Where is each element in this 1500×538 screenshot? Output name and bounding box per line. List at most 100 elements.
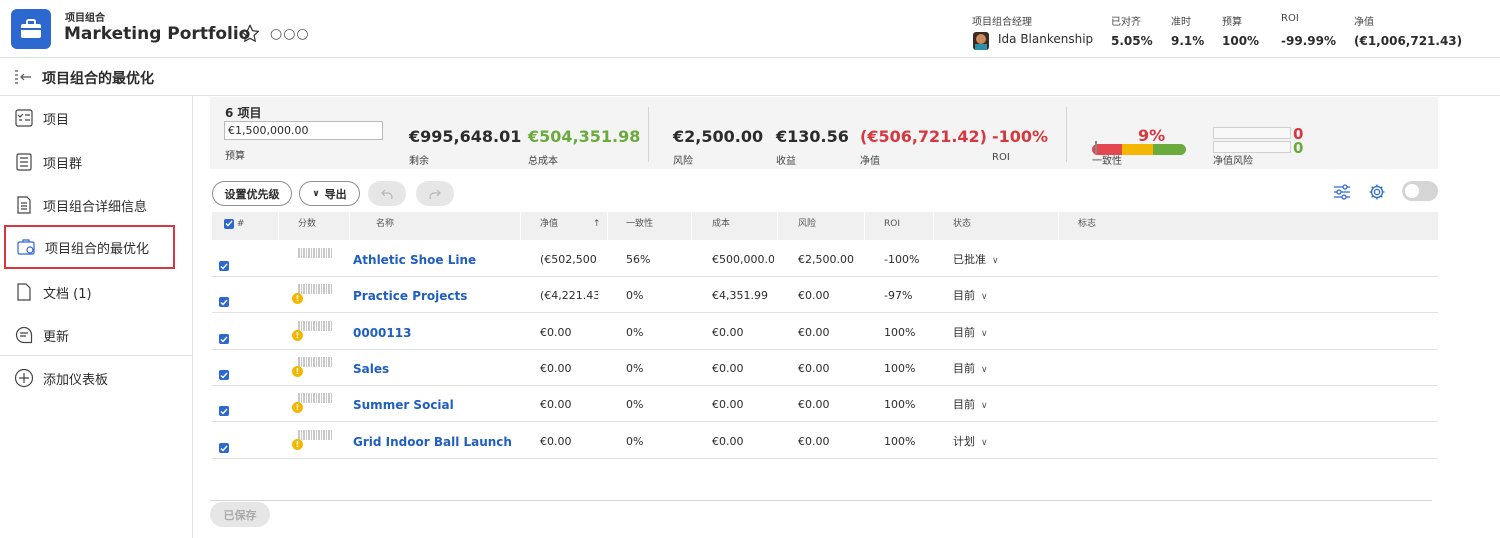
collapse-sidebar-icon[interactable] bbox=[14, 70, 32, 87]
column-divider bbox=[933, 212, 934, 240]
table-row[interactable]: ! Practice Projects (€4,221.43) 0% €4,351.99… bbox=[212, 277, 1438, 313]
alignment-value: 9% bbox=[1138, 126, 1166, 145]
status-dropdown[interactable]: 已批准 ∨ bbox=[953, 241, 999, 277]
project-name-link[interactable]: Practice Projects bbox=[353, 277, 518, 313]
chevron-down-icon: ∨ bbox=[981, 401, 988, 411]
sort-ascending-icon[interactable]: ↑ bbox=[593, 212, 601, 240]
table-row[interactable]: ! Summer Social €0.00 0% €0.00 €0.00 100% 目前 ∨ bbox=[212, 386, 1438, 422]
total-cost-value: €504,351.98 bbox=[528, 127, 641, 146]
column-divider bbox=[864, 212, 865, 240]
favorite-star-icon[interactable] bbox=[240, 24, 260, 46]
select-all-checkbox-cell[interactable]: # bbox=[224, 212, 244, 240]
column-header-cost[interactable]: 成本 bbox=[712, 212, 730, 240]
manager-name[interactable]: Ida Blankenship bbox=[998, 32, 1093, 46]
set-priority-button[interactable]: 设置优先级 bbox=[212, 181, 292, 206]
project-name-link[interactable]: 0000113 bbox=[353, 314, 518, 350]
project-name-link[interactable]: Sales bbox=[353, 350, 518, 386]
sidebar-item-programs[interactable]: 项目群 bbox=[4, 140, 175, 184]
project-name-link[interactable]: Athletic Shoe Line bbox=[353, 241, 518, 277]
budget-input[interactable] bbox=[224, 121, 383, 140]
column-header-flags[interactable]: 标志 bbox=[1078, 212, 1096, 240]
sidebar-item-label: 更新 bbox=[43, 329, 70, 345]
net-value-risk-label: 净值风险 bbox=[1213, 156, 1253, 167]
sidebar-item-portfolio-details[interactable]: 项目组合详细信息 bbox=[4, 183, 175, 227]
row-checkbox[interactable] bbox=[219, 406, 229, 416]
status-dropdown[interactable]: 目前 ∨ bbox=[953, 277, 988, 313]
status-value: 目前 bbox=[953, 398, 975, 411]
status-dropdown[interactable]: 目前 ∨ bbox=[953, 314, 988, 350]
sidebar-item-portfolio-optimizer[interactable]: 项目组合的最优化 bbox=[4, 225, 175, 269]
sidebar-item-documents[interactable]: 文档 (1) bbox=[4, 270, 175, 314]
column-header-alignment[interactable]: 一致性 bbox=[626, 212, 653, 240]
revenue-value: €130.56 bbox=[776, 127, 849, 146]
undo-icon bbox=[381, 189, 393, 199]
warning-icon[interactable]: ! bbox=[292, 330, 303, 341]
view-toggle[interactable] bbox=[1402, 181, 1438, 201]
project-name-link[interactable]: Summer Social bbox=[353, 386, 518, 422]
score-bar bbox=[298, 430, 332, 440]
risk-label: 风险 bbox=[673, 156, 693, 167]
column-header-risk[interactable]: 风险 bbox=[798, 212, 816, 240]
sidebar-item-label: 添加仪表板 bbox=[43, 372, 109, 388]
table-row[interactable]: Athletic Shoe Line (€502,500.0 56% €500,000… bbox=[212, 241, 1438, 277]
redo-icon bbox=[429, 189, 441, 199]
undo-button[interactable] bbox=[368, 181, 406, 206]
net-value-cell: (€4,221.43) bbox=[540, 289, 598, 302]
sidebar-item-projects[interactable]: 项目 bbox=[4, 96, 175, 140]
more-options-icon[interactable]: ○○○ bbox=[270, 26, 310, 42]
warning-icon[interactable]: ! bbox=[292, 293, 303, 304]
table-row[interactable]: ! Sales €0.00 0% €0.00 €0.00 100% 目前 ∨ bbox=[212, 350, 1438, 386]
row-checkbox[interactable] bbox=[219, 334, 229, 344]
stat-label-on-time: 准时 bbox=[1171, 17, 1191, 28]
budget-label: 预算 bbox=[225, 151, 245, 162]
status-dropdown[interactable]: 计划 ∨ bbox=[953, 423, 988, 459]
row-checkbox[interactable] bbox=[219, 370, 229, 380]
program-icon bbox=[13, 151, 35, 173]
roi-value: -100% bbox=[992, 127, 1049, 146]
risk-cell: €0.00 bbox=[798, 435, 830, 448]
chevron-down-icon: ∨ bbox=[981, 365, 988, 375]
project-name-link[interactable]: Grid Indoor Ball Launch bbox=[353, 423, 518, 459]
row-checkbox[interactable] bbox=[219, 443, 229, 453]
column-header-score[interactable]: 分数 bbox=[298, 212, 316, 240]
score-bar bbox=[298, 284, 332, 294]
manager-avatar bbox=[972, 30, 990, 50]
column-divider bbox=[777, 212, 778, 240]
column-header-net-value[interactable]: 净值 bbox=[540, 212, 558, 240]
column-header-roi[interactable]: ROI bbox=[884, 212, 900, 240]
filter-settings-icon[interactable] bbox=[1333, 183, 1351, 204]
stat-value-on-time: 9.1% bbox=[1171, 34, 1205, 48]
warning-icon[interactable]: ! bbox=[292, 366, 303, 377]
row-checkbox[interactable] bbox=[219, 297, 229, 307]
column-divider bbox=[607, 212, 608, 240]
gear-icon[interactable] bbox=[1368, 183, 1386, 204]
updates-icon bbox=[13, 324, 35, 346]
column-header-name[interactable]: 名称 bbox=[376, 212, 394, 240]
portfolio-icon bbox=[11, 9, 51, 49]
redo-button[interactable] bbox=[416, 181, 454, 206]
saved-button[interactable]: 已保存 bbox=[210, 502, 270, 527]
status-dropdown[interactable]: 目前 ∨ bbox=[953, 350, 988, 386]
export-button[interactable]: ∨ 导出 bbox=[299, 181, 360, 206]
footer-divider bbox=[210, 500, 1432, 501]
row-checkbox[interactable] bbox=[219, 261, 229, 271]
net-value-risk-bottom: 0 bbox=[1293, 139, 1304, 157]
sidebar-item-updates[interactable]: 更新 bbox=[4, 313, 175, 357]
status-dropdown[interactable]: 目前 ∨ bbox=[953, 386, 988, 422]
select-all-checkbox[interactable] bbox=[224, 218, 234, 229]
warning-icon[interactable]: ! bbox=[292, 439, 303, 450]
column-header-status[interactable]: 状态 bbox=[953, 212, 971, 240]
table-row[interactable]: ! 0000113 €0.00 0% €0.00 €0.00 100% 目前 ∨ bbox=[212, 314, 1438, 350]
stat-label-budget: 预算 bbox=[1222, 17, 1242, 28]
alignment-cell: 0% bbox=[626, 362, 644, 375]
table-row[interactable]: ! Grid Indoor Ball Launch €0.00 0% €0.00 €0.0… bbox=[212, 423, 1438, 459]
chevron-down-icon: ∨ bbox=[312, 188, 320, 199]
risk-cell: €2,500.00 bbox=[798, 253, 854, 266]
toggle-knob bbox=[1405, 184, 1419, 198]
warning-icon[interactable]: ! bbox=[292, 402, 303, 413]
risk-value: €2,500.00 bbox=[673, 127, 764, 146]
page-header: 项目组合的最优化 bbox=[0, 58, 1500, 96]
optimizer-icon bbox=[15, 236, 37, 258]
portfolio-title: Marketing Portfolio bbox=[64, 24, 251, 44]
sidebar-item-add-dashboard[interactable]: 添加仪表板 bbox=[4, 356, 175, 400]
